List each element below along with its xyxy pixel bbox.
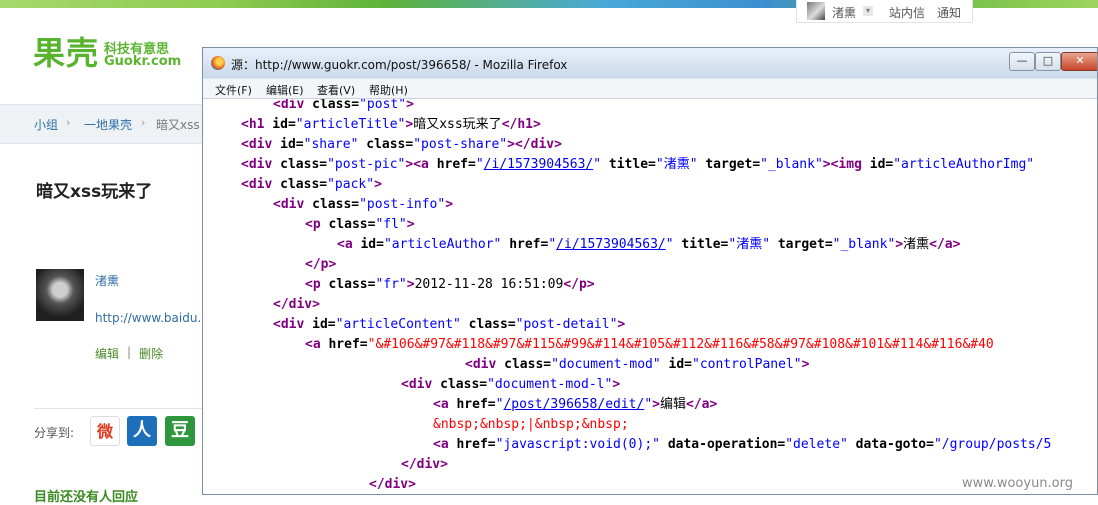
watermark: www.wooyun.org bbox=[962, 476, 1074, 491]
weibo-icon[interactable]: 微 bbox=[90, 416, 120, 446]
window-title: 源：http://www.guokr.com/post/396658/ - Mo… bbox=[231, 58, 568, 72]
guokr-logo[interactable]: 果壳 bbox=[33, 28, 99, 74]
breadcrumb-item-current: 暗又xss bbox=[156, 118, 200, 132]
source-line: <div id="share" class="post-share"></div… bbox=[241, 137, 562, 152]
source-line: &nbsp;&nbsp;|&nbsp;&nbsp; bbox=[433, 417, 629, 432]
source-line: <a href="&#106&#97&#118&#97&#115&#99&#11… bbox=[305, 337, 994, 352]
user-avatar[interactable] bbox=[807, 2, 825, 20]
view-source-window: 源：http://www.guokr.com/post/396658/ - Mo… bbox=[202, 47, 1098, 495]
user-name-link[interactable]: 渚熏 bbox=[832, 4, 856, 21]
source-line: <div class="post"> bbox=[273, 99, 414, 112]
douban-icon[interactable]: 豆 bbox=[165, 416, 195, 446]
maximize-button[interactable]: □ bbox=[1035, 52, 1061, 71]
share-label: 分享到: bbox=[34, 426, 75, 440]
menu-edit[interactable]: 编辑(E) bbox=[266, 82, 304, 98]
source-line: </p> bbox=[305, 257, 337, 272]
menu-view[interactable]: 查看(V) bbox=[317, 82, 355, 98]
logo-domain: Guokr.com bbox=[104, 54, 182, 69]
source-line: <div class="document-mod" id="controlPan… bbox=[465, 357, 810, 372]
breadcrumb-item-group[interactable]: 小组 bbox=[34, 116, 58, 133]
xss-payload: "&#106&#97&#118&#97&#115&#99&#114&#105&#… bbox=[367, 337, 994, 352]
close-button[interactable]: ✕ bbox=[1061, 52, 1097, 71]
source-line: <h1 id="articleTitle">暗又xss玩来了</h1> bbox=[241, 117, 541, 132]
breadcrumb-separator: › bbox=[141, 116, 146, 129]
source-line: </div> bbox=[401, 457, 448, 472]
action-separator: | bbox=[127, 345, 132, 359]
source-line: <a id="articleAuthor" href="/i/157390456… bbox=[337, 237, 961, 252]
menu-help[interactable]: 帮助(H) bbox=[369, 82, 408, 98]
edit-link[interactable]: 编辑 bbox=[95, 345, 119, 362]
firefox-icon bbox=[211, 56, 225, 70]
user-menu[interactable]: 渚熏 ▾ 站内信 通知 bbox=[796, 0, 973, 23]
source-link[interactable]: /post/396658/edit/ bbox=[503, 397, 644, 412]
chevron-down-icon[interactable]: ▾ bbox=[863, 6, 873, 16]
divider bbox=[34, 408, 204, 409]
source-line: <p class="fl"> bbox=[305, 217, 415, 232]
source-line: <div class="post-pic"><a href="/i/157390… bbox=[241, 157, 1035, 172]
page-title: 暗又xss玩来了 bbox=[36, 182, 153, 202]
source-code-view[interactable]: <div class="post"> <h1 id="articleTitle"… bbox=[203, 99, 1097, 494]
minimize-button[interactable]: — bbox=[1009, 52, 1035, 71]
breadcrumb-separator: › bbox=[66, 116, 71, 129]
window-titlebar[interactable]: 源：http://www.guokr.com/post/396658/ - Mo… bbox=[203, 48, 1097, 78]
source-line: </div> bbox=[273, 297, 320, 312]
messages-link[interactable]: 站内信 bbox=[889, 4, 925, 21]
source-line: <div class="post-info"> bbox=[273, 197, 454, 212]
no-reply-heading: 目前还没有人回应 bbox=[34, 490, 139, 505]
notices-link[interactable]: 通知 bbox=[937, 4, 961, 21]
breadcrumb-item-forum[interactable]: 一地果壳 bbox=[84, 116, 132, 133]
source-line: <a href="/post/396658/edit/">编辑</a> bbox=[433, 397, 718, 412]
source-line: <a href="javascript:void(0);" data-opera… bbox=[433, 437, 1052, 452]
menu-bar: 文件(F) 编辑(E) 查看(V) 帮助(H) bbox=[203, 79, 1097, 99]
source-line: <p class="fr">2012-11-28 16:51:09</p> bbox=[305, 277, 595, 292]
renren-icon[interactable]: 人 bbox=[127, 416, 157, 446]
delete-link[interactable]: 删除 bbox=[139, 345, 163, 362]
source-line: <div class="pack"> bbox=[241, 177, 382, 192]
source-link[interactable]: /i/1573904563/ bbox=[556, 237, 666, 252]
source-line: <div class="document-mod-l"> bbox=[401, 377, 621, 392]
source-line: <div id="articleContent" class="post-det… bbox=[273, 317, 626, 332]
source-link[interactable]: /i/1573904563/ bbox=[484, 157, 594, 172]
author-homepage-link[interactable]: http://www.baidu.co bbox=[95, 311, 215, 325]
author-avatar[interactable] bbox=[36, 269, 84, 321]
author-name-link[interactable]: 渚熏 bbox=[95, 272, 119, 289]
source-line: </div> bbox=[369, 477, 416, 492]
menu-file[interactable]: 文件(F) bbox=[215, 82, 252, 98]
